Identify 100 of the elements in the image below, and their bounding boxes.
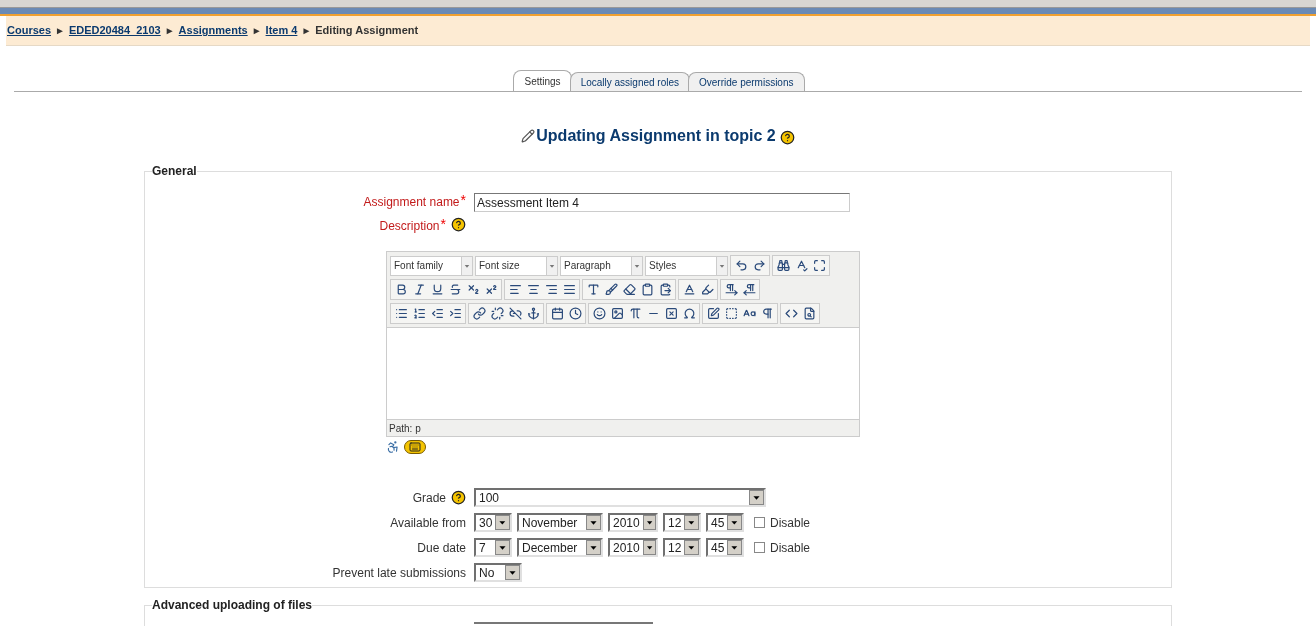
page-heading: Updating Assignment in topic 2 bbox=[536, 126, 776, 146]
keyboard-help-icon[interactable] bbox=[404, 440, 426, 454]
fullscreen-icon bbox=[812, 259, 826, 272]
checkbox[interactable] bbox=[754, 542, 765, 553]
caret-icon bbox=[749, 490, 764, 505]
superscript-icon bbox=[484, 283, 498, 296]
caret-icon bbox=[495, 515, 510, 530]
strikethrough-icon bbox=[448, 283, 462, 296]
special-character-icon bbox=[682, 307, 696, 320]
indent-icon bbox=[448, 307, 462, 320]
breadcrumb-current: Editing Assignment bbox=[315, 23, 419, 39]
caret-icon bbox=[586, 540, 601, 555]
breadcrumb-separator: ► bbox=[55, 24, 65, 38]
section-legend: General bbox=[152, 162, 197, 180]
required-mark: * bbox=[440, 217, 446, 231]
dropdown[interactable]: No bbox=[474, 563, 522, 582]
link-button[interactable] bbox=[470, 304, 488, 323]
image-icon bbox=[610, 307, 624, 320]
caret-icon bbox=[586, 515, 601, 530]
dropdown[interactable]: 100 bbox=[474, 488, 766, 507]
caret-icon bbox=[727, 515, 742, 530]
help-icon[interactable] bbox=[779, 130, 795, 145]
editor-path: Path: p bbox=[389, 421, 421, 436]
breadcrumb-separator: ► bbox=[164, 24, 175, 38]
dropdown[interactable]: 45 bbox=[706, 513, 744, 532]
dropdown[interactable]: 12 bbox=[663, 538, 701, 557]
checkbox[interactable] bbox=[754, 517, 765, 528]
section-legend: Advanced uploading of files bbox=[152, 596, 312, 614]
keyboard-icon bbox=[409, 441, 421, 453]
field-label: Assignment name bbox=[363, 194, 460, 211]
breadcrumb-link[interactable]: EDED20484_2103 bbox=[68, 22, 161, 39]
remove-format-icon bbox=[622, 283, 636, 296]
breadcrumb-link[interactable]: Item 4 bbox=[265, 22, 298, 39]
dropdown[interactable]: 7 bbox=[474, 538, 512, 557]
redo-icon bbox=[752, 259, 766, 272]
date-icon bbox=[550, 307, 564, 320]
text-color-icon bbox=[682, 283, 696, 296]
editor-dropdown[interactable]: Font size bbox=[475, 255, 558, 276]
unlink-icon bbox=[490, 307, 504, 320]
dropdown[interactable]: November bbox=[517, 513, 603, 532]
editor-dropdown[interactable]: Paragraph bbox=[560, 255, 643, 276]
tab[interactable]: Settings bbox=[513, 70, 572, 91]
link-icon bbox=[472, 307, 486, 320]
accessibility-icon[interactable] bbox=[386, 440, 400, 454]
underline-icon bbox=[430, 283, 444, 296]
help-icon[interactable] bbox=[451, 217, 466, 232]
help-icon[interactable] bbox=[451, 490, 466, 505]
find-icon bbox=[776, 259, 790, 272]
editor-dropdown[interactable]: Styles bbox=[645, 255, 728, 276]
required-mark: * bbox=[460, 193, 466, 207]
breadcrumb-link[interactable]: Courses bbox=[7, 22, 52, 39]
anchor-icon bbox=[526, 307, 540, 320]
caret-icon bbox=[505, 565, 520, 580]
time-button[interactable] bbox=[566, 304, 584, 323]
paste-text-icon bbox=[640, 283, 654, 296]
field-label: Available from bbox=[390, 514, 466, 532]
tab[interactable]: Locally assigned roles bbox=[569, 72, 690, 91]
dropdown[interactable]: 45 bbox=[706, 538, 744, 557]
math-icon bbox=[628, 307, 642, 320]
checkbox-label: Disable bbox=[770, 539, 811, 557]
align-right-icon bbox=[544, 283, 558, 296]
dropdown[interactable]: 12 bbox=[663, 513, 701, 532]
edit-icon bbox=[521, 129, 536, 143]
italic-icon bbox=[412, 283, 426, 296]
numbered-list-icon bbox=[412, 307, 426, 320]
caret-icon bbox=[727, 540, 742, 555]
caret-icon bbox=[684, 515, 699, 530]
breadcrumb-link[interactable]: Assignments bbox=[178, 22, 248, 39]
caret-icon bbox=[631, 256, 642, 275]
left-to-right-icon bbox=[724, 283, 738, 296]
breadcrumb-separator: ► bbox=[301, 24, 312, 38]
undo-icon bbox=[734, 259, 748, 272]
emoticon-button[interactable] bbox=[590, 304, 608, 323]
caret-icon bbox=[461, 256, 472, 275]
field-label: Grade bbox=[412, 489, 446, 507]
dropdown[interactable]: 2010 bbox=[608, 538, 658, 557]
tab[interactable]: Override permissions bbox=[688, 72, 805, 91]
editor-dropdown[interactable]: Font family bbox=[390, 255, 473, 276]
subscript-icon bbox=[466, 283, 480, 296]
outdent-icon bbox=[430, 307, 444, 320]
cleanup-icon bbox=[604, 283, 618, 296]
dropdown[interactable]: 2010 bbox=[608, 513, 658, 532]
dropdown[interactable]: December bbox=[517, 538, 603, 557]
field-label: Description bbox=[379, 218, 440, 235]
align-left-icon bbox=[508, 283, 522, 296]
caret-icon bbox=[495, 540, 510, 555]
breadcrumb-separator: ► bbox=[251, 24, 262, 38]
unlink-button[interactable] bbox=[488, 304, 506, 323]
assignment-name-field[interactable]: Assessment Item 4 bbox=[474, 193, 850, 212]
bullet-list-icon bbox=[394, 307, 408, 320]
time-icon bbox=[568, 307, 582, 320]
emoticon-icon bbox=[592, 307, 606, 320]
caret-icon bbox=[684, 540, 699, 555]
field-label: Prevent late submissions bbox=[332, 564, 466, 582]
dropdown[interactable]: 30 bbox=[474, 513, 512, 532]
html-source-icon bbox=[784, 307, 798, 320]
highlight-icon bbox=[700, 283, 714, 296]
align-center-icon bbox=[526, 283, 540, 296]
caret-icon bbox=[546, 256, 557, 275]
caret-icon bbox=[642, 540, 656, 555]
